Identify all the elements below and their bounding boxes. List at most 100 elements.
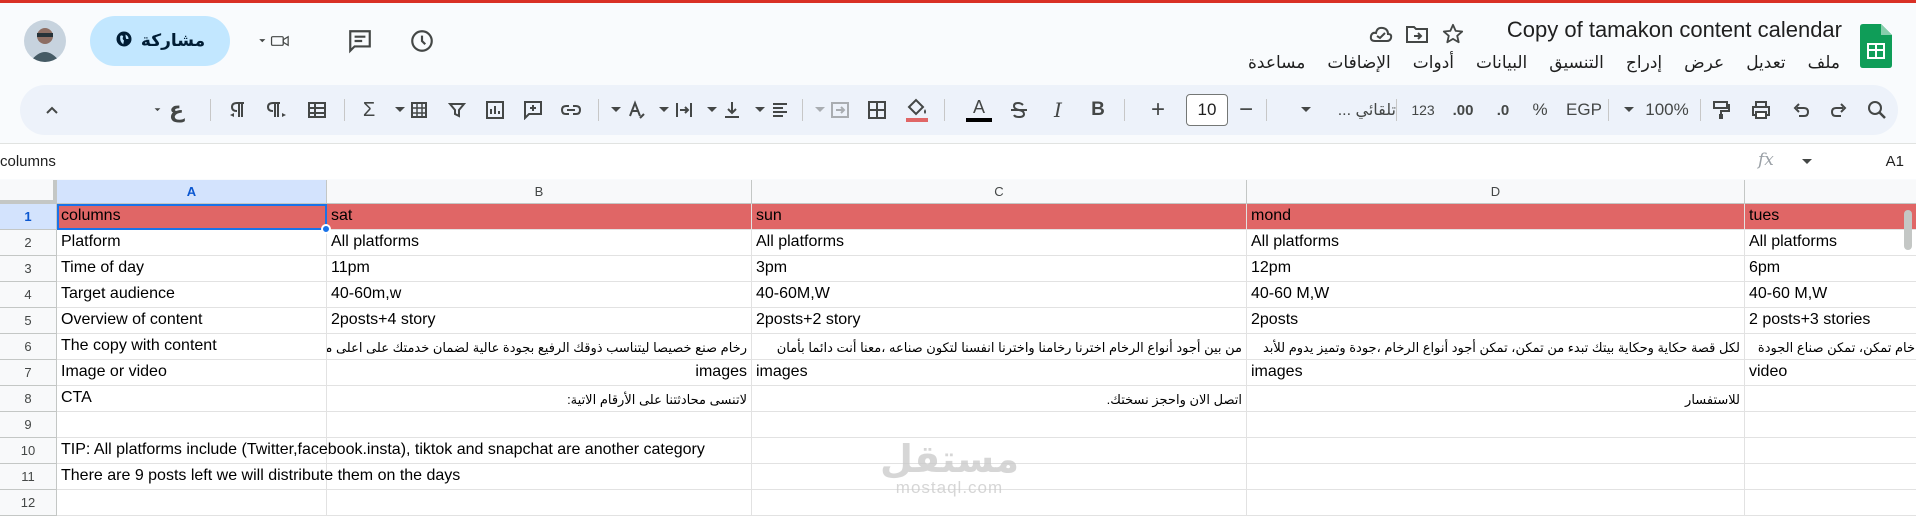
- text-rotation-dropdown[interactable]: [608, 95, 648, 125]
- cell-a8[interactable]: CTA: [57, 386, 327, 412]
- more-options-dropdown[interactable]: ع: [154, 95, 184, 125]
- cell-9[interactable]: [1745, 412, 1916, 438]
- text-wrap-dropdown[interactable]: [656, 95, 696, 125]
- cloud-status-icon[interactable]: [1368, 21, 1394, 47]
- menu-help[interactable]: مساعدة: [1246, 53, 1307, 73]
- comment-icon[interactable]: [344, 25, 376, 57]
- version-history-icon[interactable]: [406, 25, 438, 57]
- cell-c5[interactable]: 2posts+2 story: [752, 308, 1247, 334]
- column-header-d[interactable]: D: [1247, 180, 1745, 204]
- cell-1[interactable]: tues: [1745, 204, 1916, 230]
- vertical-scrollbar[interactable]: [1904, 210, 1912, 250]
- row-header-11[interactable]: 11: [0, 464, 57, 490]
- move-folder-icon[interactable]: [1404, 21, 1430, 47]
- fill-handle[interactable]: [321, 224, 331, 234]
- cell-3[interactable]: 6pm: [1745, 256, 1916, 282]
- menu-extensions[interactable]: الإضافات: [1325, 53, 1392, 73]
- search-icon[interactable]: [1864, 95, 1890, 125]
- menu-tools[interactable]: أدوات: [1411, 53, 1456, 73]
- cell-b12[interactable]: [327, 490, 752, 516]
- cell-a4[interactable]: Target audience: [57, 282, 327, 308]
- cell-d10[interactable]: [1247, 438, 1745, 464]
- cell-b7[interactable]: images: [327, 360, 752, 386]
- ltr-text-icon[interactable]: [264, 95, 290, 125]
- cell-d2[interactable]: All platforms: [1247, 230, 1745, 256]
- chart-icon[interactable]: [482, 95, 508, 125]
- menu-edit[interactable]: تعديل: [1744, 53, 1787, 73]
- bold-button[interactable]: B: [1086, 95, 1110, 125]
- cell-b1[interactable]: sat: [327, 204, 752, 230]
- cell-d9[interactable]: [1247, 412, 1745, 438]
- menu-view[interactable]: عرض: [1682, 53, 1726, 73]
- column-header-e[interactable]: [1745, 180, 1916, 204]
- row-header-4[interactable]: 4: [0, 282, 57, 308]
- cell-a7[interactable]: Image or video: [57, 360, 327, 386]
- cell-a3[interactable]: Time of day: [57, 256, 327, 282]
- row-header-12[interactable]: 12: [0, 490, 57, 516]
- redo-icon[interactable]: [1826, 95, 1852, 125]
- cell-d1[interactable]: mond: [1247, 204, 1745, 230]
- cell-2[interactable]: All platforms: [1745, 230, 1916, 256]
- insert-comment-icon[interactable]: [520, 95, 546, 125]
- cell-12[interactable]: [1745, 490, 1916, 516]
- decrease-font-size-button[interactable]: −: [1234, 95, 1258, 125]
- cell-11[interactable]: [1745, 464, 1916, 490]
- cell-a11-note[interactable]: There are 9 posts left we will distribut…: [57, 464, 460, 490]
- cell-c4[interactable]: 40-60M,W: [752, 282, 1247, 308]
- italic-button[interactable]: I: [1046, 95, 1070, 125]
- cell-a5[interactable]: Overview of content: [57, 308, 327, 334]
- video-call-button[interactable]: [258, 25, 290, 57]
- row-header-7[interactable]: 7: [0, 360, 57, 386]
- cell-d7[interactable]: images: [1247, 360, 1745, 386]
- cell-d11[interactable]: [1247, 464, 1745, 490]
- cell-a1[interactable]: columns: [57, 204, 327, 230]
- vertical-align-dropdown[interactable]: [704, 95, 744, 125]
- row-header-8[interactable]: 8: [0, 386, 57, 412]
- table-dropdown[interactable]: [392, 95, 432, 125]
- column-header-a[interactable]: A: [57, 180, 327, 204]
- horizontal-align-dropdown[interactable]: [752, 95, 792, 125]
- column-header-b[interactable]: B: [327, 180, 752, 204]
- cell-c6[interactable]: من بين أجود أنواع الرخام اخترنا رخامنا و…: [752, 334, 1247, 360]
- cell-a10-tip[interactable]: TIP: All platforms include (Twitter,face…: [57, 438, 705, 464]
- text-color-button[interactable]: A: [964, 95, 994, 125]
- row-header-3[interactable]: 3: [0, 256, 57, 282]
- insert-link-icon[interactable]: [558, 95, 584, 125]
- avatar[interactable]: [24, 20, 66, 62]
- currency-button[interactable]: EGP: [1564, 95, 1604, 125]
- row-header-10[interactable]: 10: [0, 438, 57, 464]
- cell-d5[interactable]: 2posts: [1247, 308, 1745, 334]
- menu-file[interactable]: ملف: [1806, 53, 1842, 73]
- decrease-decimal-button[interactable]: .0: [1488, 95, 1518, 125]
- cell-b4[interactable]: 40-60m,w: [327, 282, 752, 308]
- cell-a12[interactable]: [57, 490, 327, 516]
- paint-format-icon[interactable]: [1708, 95, 1734, 125]
- row-header-2[interactable]: 2: [0, 230, 57, 256]
- cell-c3[interactable]: 3pm: [752, 256, 1247, 282]
- column-header-c[interactable]: C: [752, 180, 1247, 204]
- cell-b5[interactable]: 2posts+4 story: [327, 308, 752, 334]
- cell-10[interactable]: [1745, 438, 1916, 464]
- filter-icon[interactable]: [444, 95, 470, 125]
- name-box[interactable]: A1: [1886, 153, 1904, 170]
- print-icon[interactable]: [1748, 95, 1774, 125]
- select-all-corner[interactable]: [0, 180, 57, 204]
- merge-cells-dropdown[interactable]: [812, 95, 852, 125]
- zoom-dropdown[interactable]: 100%: [1616, 95, 1696, 125]
- sheets-logo-icon[interactable]: [1860, 24, 1892, 68]
- cell-d3[interactable]: 12pm: [1247, 256, 1745, 282]
- cell-4[interactable]: 40-60 M,W: [1745, 282, 1916, 308]
- cell-6[interactable]: خام تمكن، تمكن صناع الجودة: [1745, 334, 1916, 360]
- cell-b6[interactable]: رخام صنع خصيصا ليتناسب ذوقك الرفيع بجودة…: [327, 334, 752, 360]
- font-family-dropdown[interactable]: تلقائي ...: [1276, 95, 1396, 125]
- row-header-5[interactable]: 5: [0, 308, 57, 334]
- percent-button[interactable]: %: [1528, 95, 1552, 125]
- menu-format[interactable]: التنسيق: [1547, 53, 1606, 73]
- cell-d8[interactable]: للاستفسار: [1247, 386, 1745, 412]
- fill-color-icon[interactable]: [902, 95, 932, 125]
- functions-icon[interactable]: Σ: [358, 95, 380, 125]
- document-title[interactable]: Copy of tamakon content calendar: [1507, 17, 1842, 43]
- increase-decimal-button[interactable]: .00: [1448, 95, 1478, 125]
- cell-a9[interactable]: [57, 412, 327, 438]
- strikethrough-icon[interactable]: [1006, 95, 1032, 125]
